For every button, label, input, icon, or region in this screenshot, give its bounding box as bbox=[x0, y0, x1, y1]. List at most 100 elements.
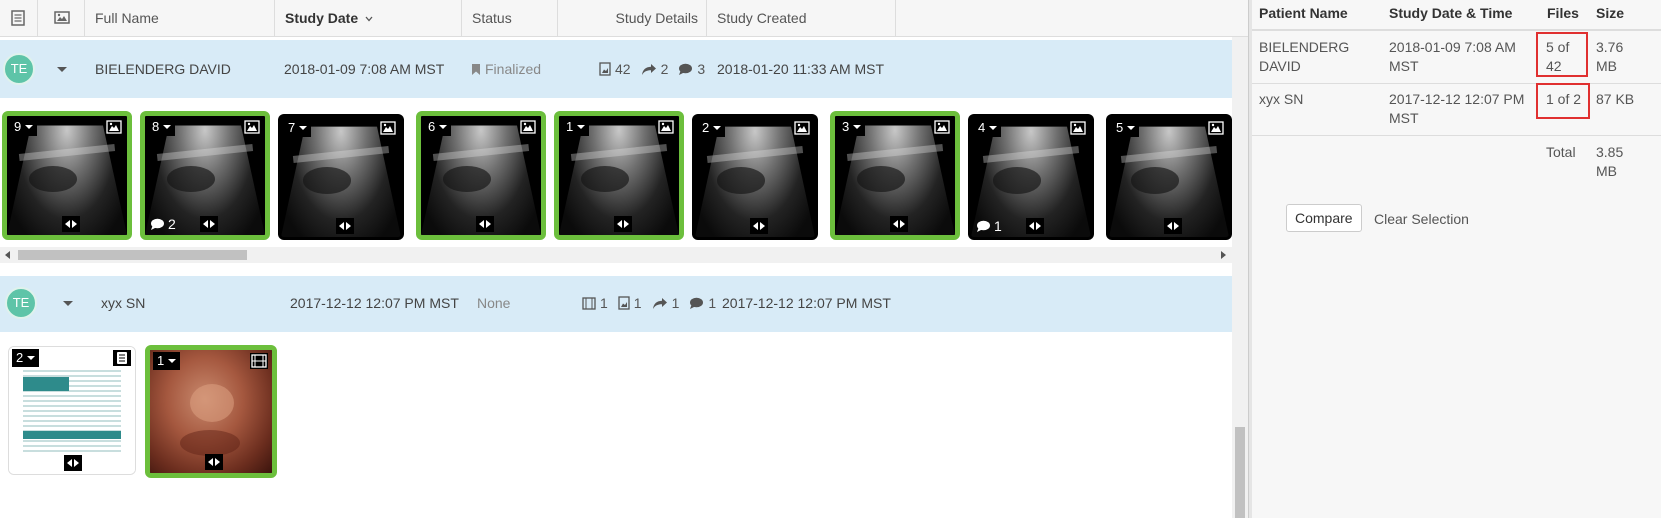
thumbnail-number-label: 4 bbox=[978, 120, 986, 135]
thumbnail-image[interactable]: 41 bbox=[968, 114, 1094, 240]
compare-arrows-icon[interactable] bbox=[64, 455, 82, 471]
size-line: MB bbox=[1596, 58, 1617, 74]
report-icon bbox=[11, 10, 25, 26]
compare-arrows-icon[interactable] bbox=[476, 216, 494, 232]
study-row[interactable]: TE BIELENDERG DAVID 2018-01-09 7:08 AM M… bbox=[0, 40, 1232, 98]
comments-count: 1 bbox=[708, 295, 717, 311]
header-col-report[interactable] bbox=[0, 0, 38, 36]
header-col-details[interactable]: Study Details bbox=[558, 0, 707, 36]
document-type-icon bbox=[113, 350, 131, 366]
video-highlight bbox=[190, 384, 234, 422]
thumbnail-number[interactable]: 7 bbox=[284, 119, 312, 137]
header-col-status[interactable]: Status bbox=[462, 0, 558, 36]
ultrasound-dark-region bbox=[28, 165, 77, 193]
thumbnail-number-label: 8 bbox=[152, 119, 160, 134]
clear-selection-link[interactable]: Clear Selection bbox=[1374, 211, 1469, 227]
comment-icon bbox=[977, 220, 990, 232]
thumbnail-image[interactable]: 2 bbox=[692, 114, 818, 240]
thumbnail-number[interactable]: 1 bbox=[562, 118, 590, 136]
thumbnail-number-label: 2 bbox=[16, 350, 24, 365]
compare-arrows-icon[interactable] bbox=[1026, 218, 1044, 234]
thumbnail-image[interactable]: 1 bbox=[554, 111, 684, 240]
scroll-left-icon[interactable] bbox=[5, 251, 10, 259]
study-status: None bbox=[477, 295, 511, 311]
study-row[interactable]: TE xyx SN 2017-12-12 12:07 PM MST None 1… bbox=[0, 276, 1232, 332]
datetime-line: MST bbox=[1389, 58, 1419, 74]
total-size-line: MB bbox=[1596, 163, 1617, 179]
compare-arrows-icon[interactable] bbox=[750, 218, 768, 234]
document-block bbox=[23, 431, 121, 439]
thumbnail-number[interactable]: 4 bbox=[974, 119, 1002, 137]
header-col-thumbnail[interactable] bbox=[38, 0, 85, 36]
thumbnail-video[interactable]: 1 bbox=[145, 345, 277, 478]
thumbnail-image[interactable]: 9 bbox=[2, 111, 132, 240]
image-icon bbox=[1069, 120, 1087, 136]
dropdown-caret-icon bbox=[853, 125, 862, 129]
thumbnail-comment-count: 2 bbox=[168, 216, 176, 232]
datetime-line: 2017-12-12 12:07 PM bbox=[1389, 91, 1525, 107]
scroll-right-icon[interactable] bbox=[1221, 251, 1226, 259]
thumbnail-number-label: 1 bbox=[157, 353, 165, 368]
thumbnail-strip: 2 1 bbox=[0, 345, 1232, 479]
header-studydate-label: Study Date bbox=[285, 10, 359, 26]
compare-arrows-icon[interactable] bbox=[62, 216, 80, 232]
compare-arrows-icon[interactable] bbox=[890, 216, 908, 232]
compare-arrows-icon[interactable] bbox=[1164, 218, 1182, 234]
compare-row: BIELENDERG DAVID 2018-01-09 7:08 AM MST 5 … bbox=[1252, 31, 1661, 84]
thumbnail-number[interactable]: 6 bbox=[424, 118, 452, 136]
dropdown-caret-icon bbox=[713, 126, 722, 130]
thumbnail-number[interactable]: 5 bbox=[1112, 119, 1140, 137]
film-icon bbox=[582, 296, 596, 310]
image-icon bbox=[379, 120, 397, 136]
thumbnail-number-label: 5 bbox=[1116, 120, 1124, 135]
vertical-scrollbar[interactable] bbox=[1232, 37, 1248, 518]
thumbnail-image[interactable]: 3 bbox=[830, 111, 960, 240]
thumbnail-image[interactable]: 5 bbox=[1106, 114, 1232, 240]
thumbnail-number[interactable]: 2 bbox=[698, 119, 726, 137]
thumbnail-number-label: 3 bbox=[842, 119, 850, 134]
thumbnail-image[interactable]: 6 bbox=[416, 111, 546, 240]
study-status: Finalized bbox=[471, 61, 541, 77]
header-col-studydate[interactable]: Study Date bbox=[275, 0, 462, 36]
thumbnail-image[interactable]: 82 bbox=[140, 111, 270, 240]
thumbnail-number[interactable]: 2 bbox=[12, 349, 40, 367]
dropdown-caret-icon bbox=[1127, 126, 1136, 130]
thumbnail-number[interactable]: 1 bbox=[153, 352, 181, 370]
compare-arrows-icon[interactable] bbox=[614, 216, 632, 232]
horizontal-scrollbar[interactable] bbox=[0, 247, 1232, 263]
expand-caret-icon[interactable] bbox=[57, 67, 67, 72]
image-icon bbox=[933, 119, 951, 135]
horizontal-scroll-thumb[interactable] bbox=[18, 250, 247, 260]
dropdown-caret-icon bbox=[577, 125, 586, 129]
thumbnail-image[interactable]: 7 bbox=[278, 114, 404, 240]
compare-patient: xyx SN bbox=[1259, 90, 1303, 109]
header-col-created[interactable]: Study Created bbox=[707, 0, 896, 36]
image-icon bbox=[793, 120, 811, 136]
col-patient-name: Patient Name bbox=[1259, 5, 1348, 21]
thumbnail-number[interactable]: 3 bbox=[838, 118, 866, 136]
header-col-fullname[interactable]: Full Name bbox=[85, 0, 275, 36]
ultrasound-dark-region bbox=[716, 167, 765, 194]
videos-count: 1 bbox=[600, 295, 608, 311]
thumbnail-comments[interactable]: 2 bbox=[150, 216, 176, 232]
compare-arrows-icon[interactable] bbox=[336, 218, 354, 234]
vertical-scroll-thumb[interactable] bbox=[1235, 427, 1245, 518]
status-label: Finalized bbox=[485, 61, 542, 77]
compare-size: 3.76 MB bbox=[1596, 38, 1623, 76]
thumbnail-comments[interactable]: 1 bbox=[976, 218, 1002, 234]
total-size-line: 3.85 bbox=[1596, 144, 1624, 160]
col-size: Size bbox=[1596, 5, 1625, 21]
thumbnail-number[interactable]: 9 bbox=[10, 118, 38, 136]
patient-line: DAVID bbox=[1259, 58, 1301, 74]
expand-caret-icon[interactable] bbox=[63, 301, 73, 306]
compare-arrows-icon[interactable] bbox=[200, 216, 218, 232]
compare-arrows-icon[interactable] bbox=[205, 454, 223, 470]
compare-button[interactable]: Compare bbox=[1286, 204, 1362, 232]
bookmark-icon bbox=[472, 63, 480, 75]
dropdown-caret-icon bbox=[989, 126, 998, 130]
thumbnail-number[interactable]: 8 bbox=[148, 118, 176, 136]
study-created: 2017-12-12 12:07 PM MST bbox=[722, 295, 891, 311]
thumbnail-document[interactable]: 2 bbox=[8, 346, 136, 475]
ultrasound-dark-region bbox=[442, 165, 491, 193]
col-files: Files bbox=[1547, 5, 1579, 21]
